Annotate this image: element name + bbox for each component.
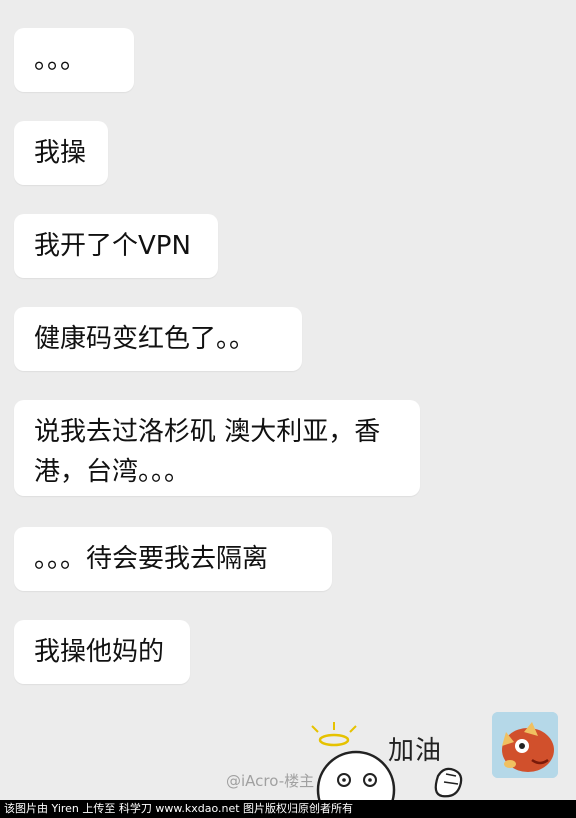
avatar[interactable] [492, 712, 558, 778]
message-bubble[interactable]: 健康码变红色了。。 [14, 307, 302, 371]
fish-character-icon [492, 712, 558, 778]
message-bubble[interactable]: 说我去过洛杉矶 澳大利亚，香 港，台湾。。。 [14, 400, 420, 496]
sticker-text: 加油 [388, 736, 443, 766]
chat-area: 。。。 我操 我开了个VPN 健康码变红色了。。 说我去过洛杉矶 澳大利亚，香 … [0, 0, 576, 818]
message-bubble[interactable]: 。。。待会要我去隔离 [14, 527, 332, 591]
footer-notice: 该图片由 Yiren 上传至 科学刀 www.kxdao.net 图片版权归原创… [0, 800, 576, 818]
watermark: @iAcro-楼主 [226, 772, 315, 790]
message-bubble[interactable]: 我操他妈的 [14, 620, 190, 684]
message-bubble[interactable]: 。。。 [14, 28, 134, 92]
message-bubble[interactable]: 我操 [14, 121, 108, 185]
message-bubble[interactable]: 我开了个VPN [14, 214, 218, 278]
sticker[interactable]: 加油 [296, 714, 486, 818]
